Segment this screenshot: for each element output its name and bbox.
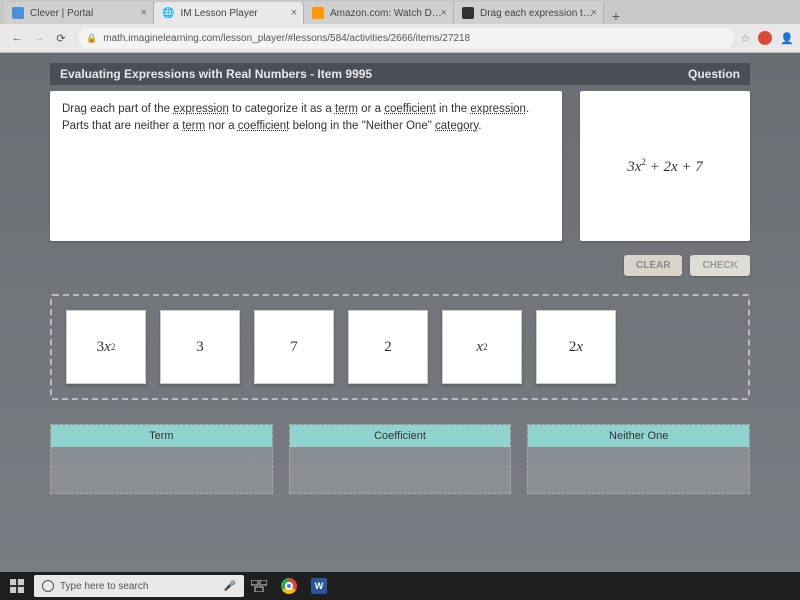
vocab-coefficient[interactable]: coefficient <box>238 120 290 132</box>
browser-chrome: Clever | Portal × 🌐 IM Lesson Player × A… <box>0 0 800 53</box>
browser-tab[interactable]: 🌐 IM Lesson Player × <box>154 2 304 24</box>
clear-button[interactable]: Clear <box>624 255 682 276</box>
mic-icon[interactable]: 🎤 <box>224 581 236 592</box>
expression-panel: 3x2 + 2x + 7 <box>580 91 750 241</box>
start-button[interactable] <box>0 572 34 600</box>
action-row: Clear Check <box>50 255 750 276</box>
page-content: Evaluating Expressions with Real Numbers… <box>0 53 800 577</box>
close-icon[interactable]: × <box>141 7 147 19</box>
check-button[interactable]: Check <box>690 255 750 276</box>
vocab-expression[interactable]: expression <box>173 103 229 115</box>
draggable-tile[interactable]: 3x2 <box>66 310 146 384</box>
drop-header: Coefficient <box>290 425 511 447</box>
back-button[interactable]: ← <box>6 27 28 49</box>
vocab-term[interactable]: term <box>335 103 358 115</box>
instruction-panel: Drag each part of the expression to cate… <box>50 91 562 241</box>
drop-term[interactable]: Term <box>50 424 273 494</box>
close-icon[interactable]: × <box>291 7 297 19</box>
extension-icon[interactable] <box>758 31 772 45</box>
taskbar-app-chrome[interactable] <box>274 572 304 600</box>
draggable-tile[interactable]: 2 <box>348 310 428 384</box>
drop-header: Neither One <box>528 425 749 447</box>
globe-icon: 🌐 <box>162 7 174 19</box>
browser-tab[interactable]: Drag each expression to the bo… × <box>454 2 604 24</box>
toolbar-right: ☆ 👤 <box>740 31 794 45</box>
lesson-title: Evaluating Expressions with Real Numbers… <box>60 67 372 81</box>
tab-title: IM Lesson Player <box>180 8 257 19</box>
draggable-tile[interactable]: 2x <box>536 310 616 384</box>
drop-coefficient[interactable]: Coefficient <box>289 424 512 494</box>
drop-neither[interactable]: Neither One <box>527 424 750 494</box>
tab-title: Amazon.com: Watch DNA 2 | Pri… <box>330 8 445 19</box>
profile-icon[interactable]: 👤 <box>780 32 794 45</box>
browser-tab[interactable]: Clever | Portal × <box>4 2 154 24</box>
close-icon[interactable]: × <box>591 7 597 19</box>
question-label: Question <box>688 67 740 81</box>
url-text: math.imaginelearning.com/lesson_player/#… <box>103 33 470 44</box>
new-tab-button[interactable]: + <box>604 8 628 24</box>
favicon-amazon <box>312 7 324 19</box>
taskbar-search-placeholder: Type here to search <box>60 581 148 592</box>
draggable-tile[interactable]: 3 <box>160 310 240 384</box>
tab-title: Clever | Portal <box>30 8 93 19</box>
expression-display: 3x2 + 2x + 7 <box>627 157 703 176</box>
lock-icon: 🔒 <box>86 33 97 44</box>
reload-button[interactable]: ⟳ <box>50 27 72 49</box>
taskbar-search[interactable]: Type here to search 🎤 <box>34 575 244 597</box>
vocab-coefficient[interactable]: coefficient <box>384 103 436 115</box>
windows-taskbar: Type here to search 🎤 W <box>0 572 800 600</box>
star-icon[interactable]: ☆ <box>740 32 750 45</box>
close-icon[interactable]: × <box>441 7 447 19</box>
browser-tab[interactable]: Amazon.com: Watch DNA 2 | Pri… × <box>304 2 454 24</box>
windows-icon <box>10 579 24 593</box>
taskbar-app-word[interactable]: W <box>304 572 334 600</box>
drop-zones: Term Coefficient Neither One <box>50 424 750 494</box>
vocab-expression[interactable]: expression <box>470 103 526 115</box>
vocab-category[interactable]: category <box>435 120 478 132</box>
draggable-tile[interactable]: x2 <box>442 310 522 384</box>
address-bar-row: ← → ⟳ 🔒 math.imaginelearning.com/lesson_… <box>0 24 800 52</box>
address-bar[interactable]: 🔒 math.imaginelearning.com/lesson_player… <box>78 28 734 48</box>
task-view-button[interactable] <box>244 572 274 600</box>
tiles-area: 3x2 3 7 2 x2 2x <box>50 294 750 400</box>
vocab-term[interactable]: term <box>182 120 205 132</box>
lesson-header: Evaluating Expressions with Real Numbers… <box>50 63 750 85</box>
forward-button[interactable]: → <box>28 27 50 49</box>
favicon-clever <box>12 7 24 19</box>
drop-header: Term <box>51 425 272 447</box>
tabs-row: Clever | Portal × 🌐 IM Lesson Player × A… <box>0 0 800 24</box>
cortana-icon <box>42 580 54 592</box>
draggable-tile[interactable]: 7 <box>254 310 334 384</box>
tab-title: Drag each expression to the bo… <box>480 8 595 19</box>
favicon-brainly <box>462 7 474 19</box>
